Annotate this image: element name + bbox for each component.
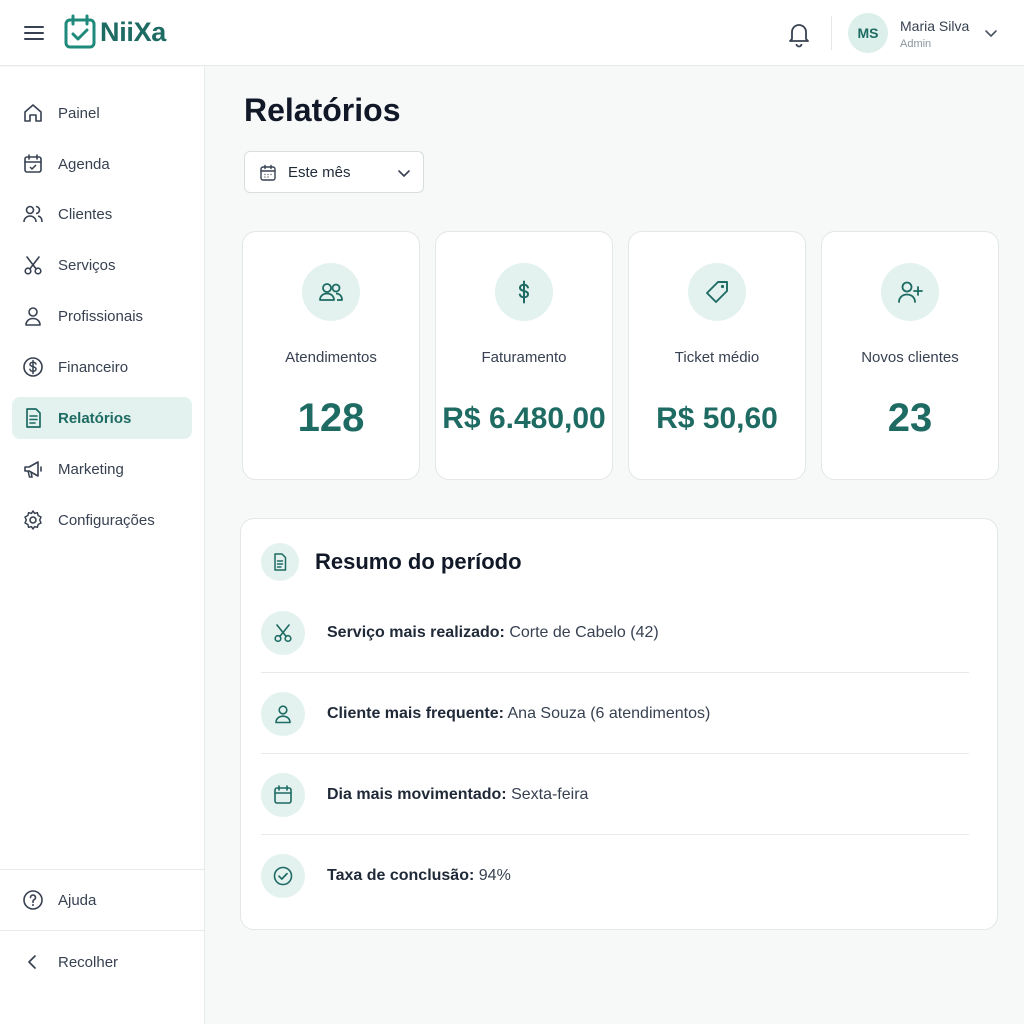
stat-value: 23: [887, 396, 933, 440]
users-icon: [302, 263, 360, 321]
period-select[interactable]: Este mês: [244, 151, 424, 193]
summary-row-text: Taxa de conclusão: 94%: [327, 867, 511, 885]
menu-icon[interactable]: [22, 22, 46, 44]
sidebar-item-label: Serviços: [58, 256, 116, 274]
help-circle-icon: [22, 889, 44, 911]
sidebar-item-servicos[interactable]: Serviços: [12, 244, 192, 286]
sidebar-item-painel[interactable]: Painel: [12, 92, 192, 134]
summary-row-key: Taxa de conclusão:: [327, 867, 475, 884]
summary-row-text: Dia mais movimentado: Sexta-feira: [327, 786, 588, 804]
summary-row-text: Cliente mais frequente: Ana Souza (6 ate…: [327, 705, 710, 723]
sidebar-item-label: Configurações: [58, 511, 155, 529]
summary-row-key: Dia mais movimentado:: [327, 786, 507, 803]
stat-card-faturamento: Faturamento R$ 6.480,00: [435, 231, 613, 480]
summary-panel: Resumo do período Serviço mais realizado…: [240, 518, 998, 930]
logo[interactable]: NiiXa: [64, 14, 166, 50]
brand-name: NiiXa: [100, 16, 167, 47]
stat-label: Faturamento: [481, 349, 567, 366]
stat-value: R$ 6.480,00: [442, 402, 606, 435]
avatar[interactable]: MS: [848, 13, 888, 53]
calendar-icon: [259, 164, 277, 182]
user-plus-icon: [881, 263, 939, 321]
stat-label: Atendimentos: [285, 349, 377, 366]
stat-card-atendimentos: Atendimentos 128: [242, 231, 420, 480]
sidebar: Painel Agenda Clientes Serviços Profissi…: [0, 67, 205, 1024]
dollar-circle-icon: [22, 356, 44, 378]
calendar-check-icon: [64, 14, 96, 50]
gear-icon: [22, 509, 44, 531]
chevron-left-icon: [22, 951, 44, 973]
sidebar-item-relatorios[interactable]: Relatórios: [12, 397, 192, 439]
summary-row-key: Serviço mais realizado:: [327, 624, 505, 641]
stat-value: R$ 50,60: [656, 402, 778, 435]
sidebar-item-profissionais[interactable]: Profissionais: [12, 295, 192, 337]
calendar-icon: [261, 773, 305, 817]
summary-row-value: Corte de Cabelo (42): [509, 624, 659, 641]
chevron-down-icon[interactable]: [982, 24, 1000, 42]
sidebar-item-label: Clientes: [58, 205, 113, 223]
sidebar-item-clientes[interactable]: Clientes: [12, 193, 192, 235]
collapse-sidebar-button[interactable]: Recolher: [12, 941, 192, 983]
notifications-bell-icon[interactable]: [786, 20, 812, 48]
calendar-icon: [22, 153, 44, 175]
summary-row: Cliente mais frequente: Ana Souza (6 ate…: [261, 674, 969, 754]
sidebar-divider: [0, 930, 205, 931]
sidebar-item-label: Marketing: [58, 460, 124, 478]
user-icon: [261, 692, 305, 736]
summary-row-value: 94%: [478, 867, 511, 884]
sidebar-item-label: Painel: [58, 104, 100, 122]
top-bar: NiiXa MS Maria Silva Admin: [0, 0, 1024, 66]
summary-row: Taxa de conclusão: 94%: [261, 836, 969, 916]
stat-card-novos-clientes: Novos clientes 23: [821, 231, 999, 480]
collapse-label: Recolher: [58, 953, 119, 971]
stat-label: Novos clientes: [861, 349, 959, 366]
scissors-icon: [261, 611, 305, 655]
sidebar-item-agenda[interactable]: Agenda: [12, 143, 192, 185]
sidebar-divider: [0, 869, 205, 870]
stat-card-ticket-medio: Ticket médio R$ 50,60: [628, 231, 806, 480]
summary-row-key: Cliente mais frequente:: [327, 705, 504, 722]
sidebar-item-label: Profissionais: [58, 307, 144, 325]
summary-row: Serviço mais realizado: Corte de Cabelo …: [261, 593, 969, 673]
summary-row-value: Ana Souza (6 atendimentos): [507, 705, 711, 722]
home-icon: [22, 102, 44, 124]
page-title: Relatórios: [244, 92, 401, 128]
sidebar-item-marketing[interactable]: Marketing: [12, 448, 192, 490]
user-name[interactable]: Maria Silva: [900, 18, 969, 34]
sidebar-item-configuracoes[interactable]: Configurações: [12, 499, 192, 541]
summary-row-value: Sexta-feira: [511, 786, 589, 803]
help-link[interactable]: Ajuda: [12, 879, 192, 921]
sidebar-item-label: Agenda: [58, 155, 110, 173]
report-icon: [22, 407, 44, 429]
summary-title: Resumo do período: [315, 549, 522, 574]
user-role: Admin: [900, 38, 932, 50]
summary-row: Dia mais movimentado: Sexta-feira: [261, 755, 969, 835]
sidebar-item-label: Relatórios: [58, 409, 132, 427]
row-divider: [261, 672, 969, 673]
sidebar-item-financeiro[interactable]: Financeiro: [12, 346, 192, 388]
scissors-icon: [22, 254, 44, 276]
tag-icon: [688, 263, 746, 321]
summary-row-text: Serviço mais realizado: Corte de Cabelo …: [327, 624, 659, 642]
row-divider: [261, 753, 969, 754]
row-divider: [261, 834, 969, 835]
megaphone-icon: [22, 458, 44, 480]
stat-label: Ticket médio: [674, 349, 760, 366]
period-select-value: Este mês: [288, 164, 351, 181]
document-icon: [261, 543, 299, 581]
dollar-icon: [495, 263, 553, 321]
stat-value: 128: [297, 396, 365, 440]
chevron-down-icon: [395, 164, 413, 182]
header-divider: [831, 16, 832, 50]
sidebar-item-label: Financeiro: [58, 358, 129, 376]
help-label: Ajuda: [58, 891, 97, 909]
check-circle-icon: [261, 854, 305, 898]
user-icon: [22, 305, 44, 327]
users-icon: [22, 203, 44, 225]
